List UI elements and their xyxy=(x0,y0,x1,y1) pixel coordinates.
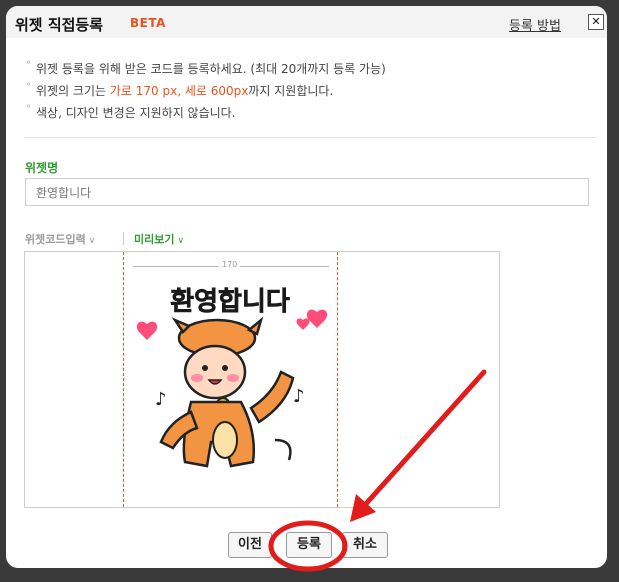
widget-name-label: 위젯명 xyxy=(25,161,59,175)
register-button[interactable]: 등록 xyxy=(286,532,332,558)
note-text: 위젯의 크기는 xyxy=(36,84,110,98)
beta-badge: BETA xyxy=(130,16,166,30)
notes-list: ° 위젯 등록을 위해 받은 코드를 등록하세요. (최대 20개까지 등록 가… xyxy=(26,58,386,124)
heart-icon xyxy=(306,309,328,328)
divider xyxy=(24,137,596,138)
tab-separator xyxy=(123,232,124,245)
chevron-down-icon: ∨ xyxy=(177,236,185,246)
welcome-sticker-image: 환영합니다 ♪ ♪ xyxy=(136,287,328,468)
heart-icon xyxy=(136,321,158,340)
bullet-icon: ° xyxy=(26,82,31,93)
cancel-button[interactable]: 취소 xyxy=(342,532,388,558)
close-icon: ✕ xyxy=(591,15,601,28)
widget-name-input[interactable] xyxy=(25,178,589,206)
chevron-down-icon: ∨ xyxy=(88,236,96,246)
width-guide-left xyxy=(123,252,124,507)
note-text: 색상, 디자인 변경은 지원하지 않습니다. xyxy=(36,106,236,120)
eye-right xyxy=(222,365,228,371)
music-note-icon: ♪ xyxy=(293,386,305,407)
widget-preview-area: 170 환영합니다 ♪ ♪ xyxy=(24,251,500,508)
cheek-left xyxy=(191,374,203,382)
sticker-text: 환영합니다 xyxy=(170,287,290,317)
note-text: 위젯 등록을 위해 받은 코드를 등록하세요. (최대 20개까지 등록 가능) xyxy=(36,62,386,76)
note-item: ° 위젯 등록을 위해 받은 코드를 등록하세요. (최대 20개까지 등록 가… xyxy=(26,58,386,80)
tab-widget-code[interactable]: 위젯코드입력 ∨ xyxy=(25,231,95,247)
dialog-title: 위젯 직접등록 xyxy=(15,16,104,34)
arm-right xyxy=(249,370,295,424)
face xyxy=(183,344,247,400)
ear-right xyxy=(246,316,264,336)
bullet-icon: ° xyxy=(26,104,31,115)
prev-button[interactable]: 이전 xyxy=(228,532,272,558)
bullet-icon: ° xyxy=(26,60,31,71)
widget-register-dialog: 위젯 직접등록 BETA 등록 방법 ✕ ° 위젯 등록을 위해 받은 코드를 … xyxy=(6,6,607,568)
note-text: 까지 지원합니다. xyxy=(248,84,334,98)
belly xyxy=(212,421,238,459)
dialog-titlebar: 위젯 직접등록 BETA 등록 방법 ✕ xyxy=(6,6,607,38)
eye-left xyxy=(202,365,208,371)
tail xyxy=(274,438,292,461)
tab-preview-label: 미리보기 xyxy=(134,233,175,246)
note-size-highlight: 가로 170 px, 세로 600px xyxy=(109,84,249,98)
note-item: ° 색상, 디자인 변경은 지원하지 않습니다. xyxy=(26,102,386,124)
close-button[interactable]: ✕ xyxy=(588,14,604,30)
width-marker: 170 xyxy=(133,260,329,272)
note-item: ° 위젯의 크기는 가로 170 px, 세로 600px까지 지원합니다. xyxy=(26,80,386,102)
cheek-right xyxy=(227,374,239,382)
tab-widget-code-label: 위젯코드입력 xyxy=(25,233,86,246)
heart-icon xyxy=(296,318,310,330)
tab-preview[interactable]: 미리보기 ∨ xyxy=(134,231,184,247)
width-marker-label: 170 xyxy=(219,260,241,269)
music-note-icon: ♪ xyxy=(155,389,167,410)
width-guide-right xyxy=(337,252,338,507)
help-link[interactable]: 등록 방법 xyxy=(509,15,561,34)
